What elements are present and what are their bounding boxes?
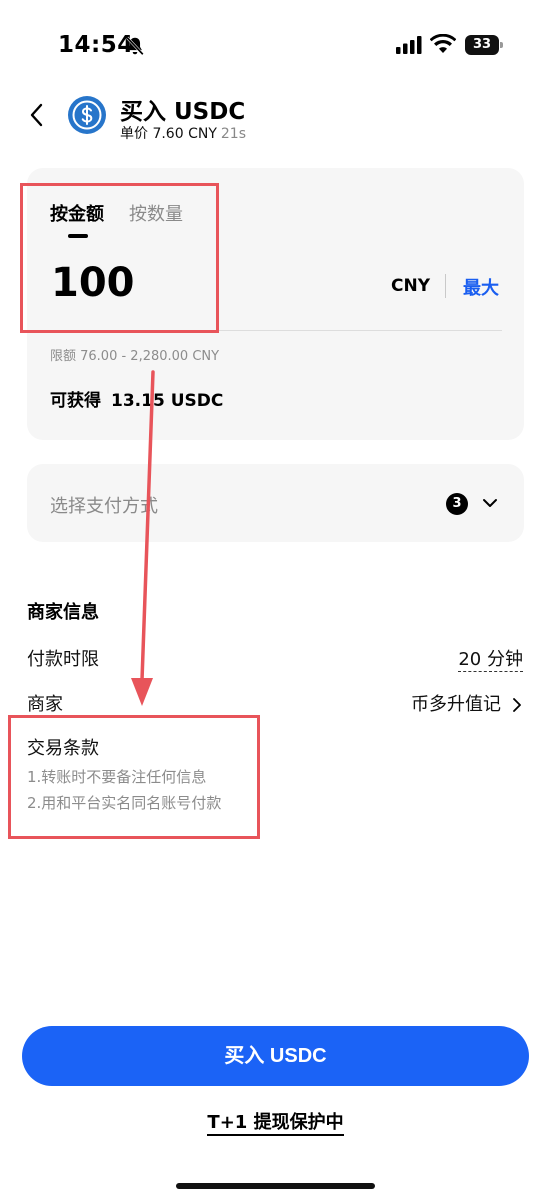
obtain-value: 13.15 USDC — [111, 391, 224, 411]
wifi-icon — [430, 34, 456, 53]
battery-tip — [500, 42, 503, 48]
term-item-1: 1.转账时不要备注任何信息 — [27, 768, 207, 786]
status-time: 14:54 — [58, 32, 134, 58]
amount-input[interactable]: 100 — [51, 260, 135, 306]
obtain-row: 可获得 13.15 USDC — [50, 386, 223, 411]
merchant-link[interactable]: 币多升值记 — [411, 690, 523, 716]
merchant-name: 币多升值记 — [411, 694, 501, 715]
withdrawal-protection-label: T+1 提现保护中 — [207, 1112, 344, 1136]
trade-terms-title: 交易条款 — [27, 738, 99, 759]
back-button[interactable] — [22, 100, 52, 130]
payment-method-placeholder: 选择支付方式 — [50, 496, 158, 517]
battery-icon: 33 — [465, 35, 503, 55]
divider — [445, 274, 446, 298]
active-tab-indicator — [68, 234, 88, 238]
amount-card: 按金额 按数量 100 CNY 最大 限额 76.00 - 2,280.00 C… — [27, 168, 524, 440]
battery-level: 33 — [465, 35, 499, 55]
term-item-2: 2.用和平台实名同名账号付款 — [27, 794, 222, 812]
chevron-left-icon — [30, 103, 43, 127]
cellular-signal-icon — [396, 36, 422, 54]
max-button[interactable]: 最大 — [463, 274, 499, 300]
nav-header: 买入 USDC 单价 7.60 CNY 21s — [0, 88, 551, 148]
usdc-coin-icon — [68, 96, 106, 134]
merchant-label: 商家 — [27, 694, 63, 715]
obtain-label: 可获得 — [50, 391, 101, 411]
chevron-down-icon — [483, 499, 497, 507]
unit-price-line: 单价 7.60 CNY 21s — [120, 123, 246, 143]
price-refresh-countdown: 21s — [220, 126, 246, 142]
unit-price: 单价 7.60 CNY — [120, 126, 217, 142]
bell-muted-icon — [126, 36, 144, 56]
payment-method-selector[interactable]: 选择支付方式 3 — [27, 464, 524, 542]
chevron-right-icon — [513, 698, 521, 712]
tab-by-quantity[interactable]: 按数量 — [129, 200, 183, 226]
home-indicator — [176, 1183, 375, 1189]
input-underline — [50, 330, 502, 331]
limit-range: 限额 76.00 - 2,280.00 CNY — [50, 349, 220, 364]
payment-limit-label: 付款时限 — [27, 649, 99, 670]
page-title: 买入 USDC — [120, 99, 246, 125]
payment-method-count-badge: 3 — [446, 493, 468, 515]
tab-by-amount[interactable]: 按金额 — [50, 200, 104, 226]
status-bar: 14:54 33 — [0, 0, 551, 90]
merchant-info-title: 商家信息 — [27, 602, 99, 623]
payment-limit-value[interactable]: 20 分钟 — [458, 645, 523, 672]
buy-usdc-button[interactable]: 买入 USDC — [22, 1026, 529, 1086]
currency-label: CNY — [391, 276, 431, 296]
withdrawal-protection-link[interactable]: T+1 提现保护中 — [0, 1108, 551, 1136]
